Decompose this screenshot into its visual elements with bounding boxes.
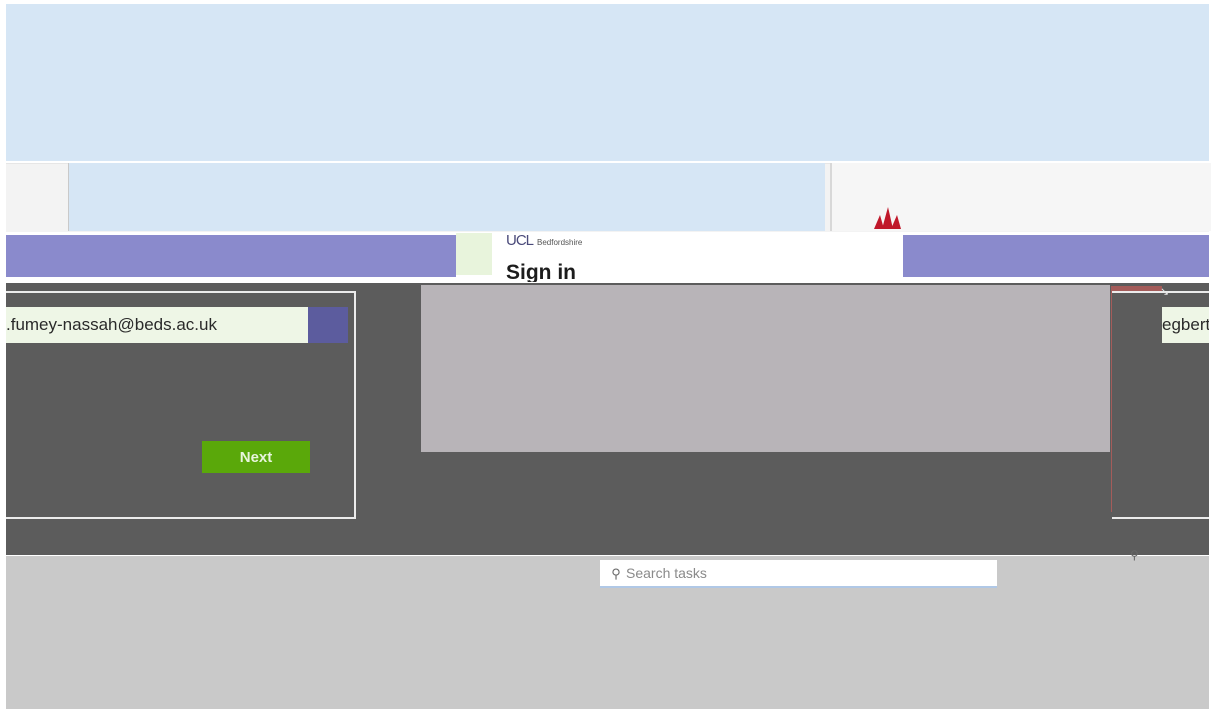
right-email-field[interactable]: egbert. — [1162, 307, 1209, 343]
university-mark-icon: UCL — [506, 232, 534, 249]
search-placeholder: Search tasks — [626, 565, 707, 581]
signin-header-accent — [456, 233, 492, 275]
search-box[interactable]: ⚲ Search tasks — [600, 560, 997, 588]
dialog-overlay-right — [903, 235, 1209, 277]
signin-title: Sign in — [506, 262, 576, 282]
cursor-icon: ↘ — [1160, 286, 1170, 298]
email-field[interactable]: .fumey-nassah@beds.ac.uk — [6, 307, 308, 343]
address-area — [68, 163, 825, 231]
next-button[interactable]: Next — [202, 441, 310, 473]
browser-background-top — [6, 4, 1209, 161]
content-placeholder — [421, 285, 1110, 452]
university-name: Bedfordshire — [537, 238, 583, 247]
university-logo-icon — [874, 207, 901, 229]
search-icon: ⚲ — [611, 566, 621, 581]
university-wordmark: UCL Bedfordshire — [506, 232, 582, 249]
magnifier-icon[interactable]: ⚲ — [1130, 548, 1139, 562]
email-field-suffix — [308, 307, 348, 343]
dialog-overlay-left — [6, 235, 456, 277]
